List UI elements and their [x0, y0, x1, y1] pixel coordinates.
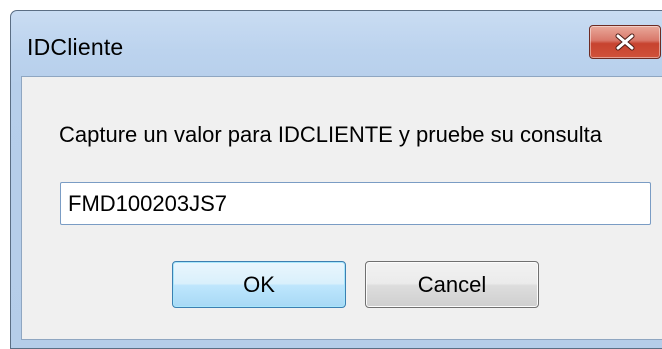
ok-button[interactable]: OK — [172, 261, 346, 308]
window-title: IDCliente — [27, 34, 124, 60]
cancel-button[interactable]: Cancel — [365, 261, 539, 308]
close-icon — [614, 33, 636, 51]
title-bar[interactable]: IDCliente — [11, 11, 662, 75]
cancel-button-label: Cancel — [417, 271, 487, 297]
close-button[interactable] — [589, 25, 661, 59]
ok-button-label: OK — [243, 271, 275, 297]
dialog-body: Capture un valor para IDCLIENTE y pruebe… — [21, 76, 662, 340]
prompt-label: Capture un valor para IDCLIENTE y pruebe… — [59, 122, 602, 147]
value-input[interactable] — [60, 182, 651, 225]
dialog-window: IDCliente Capture un valor para IDCLIENT… — [10, 10, 662, 349]
